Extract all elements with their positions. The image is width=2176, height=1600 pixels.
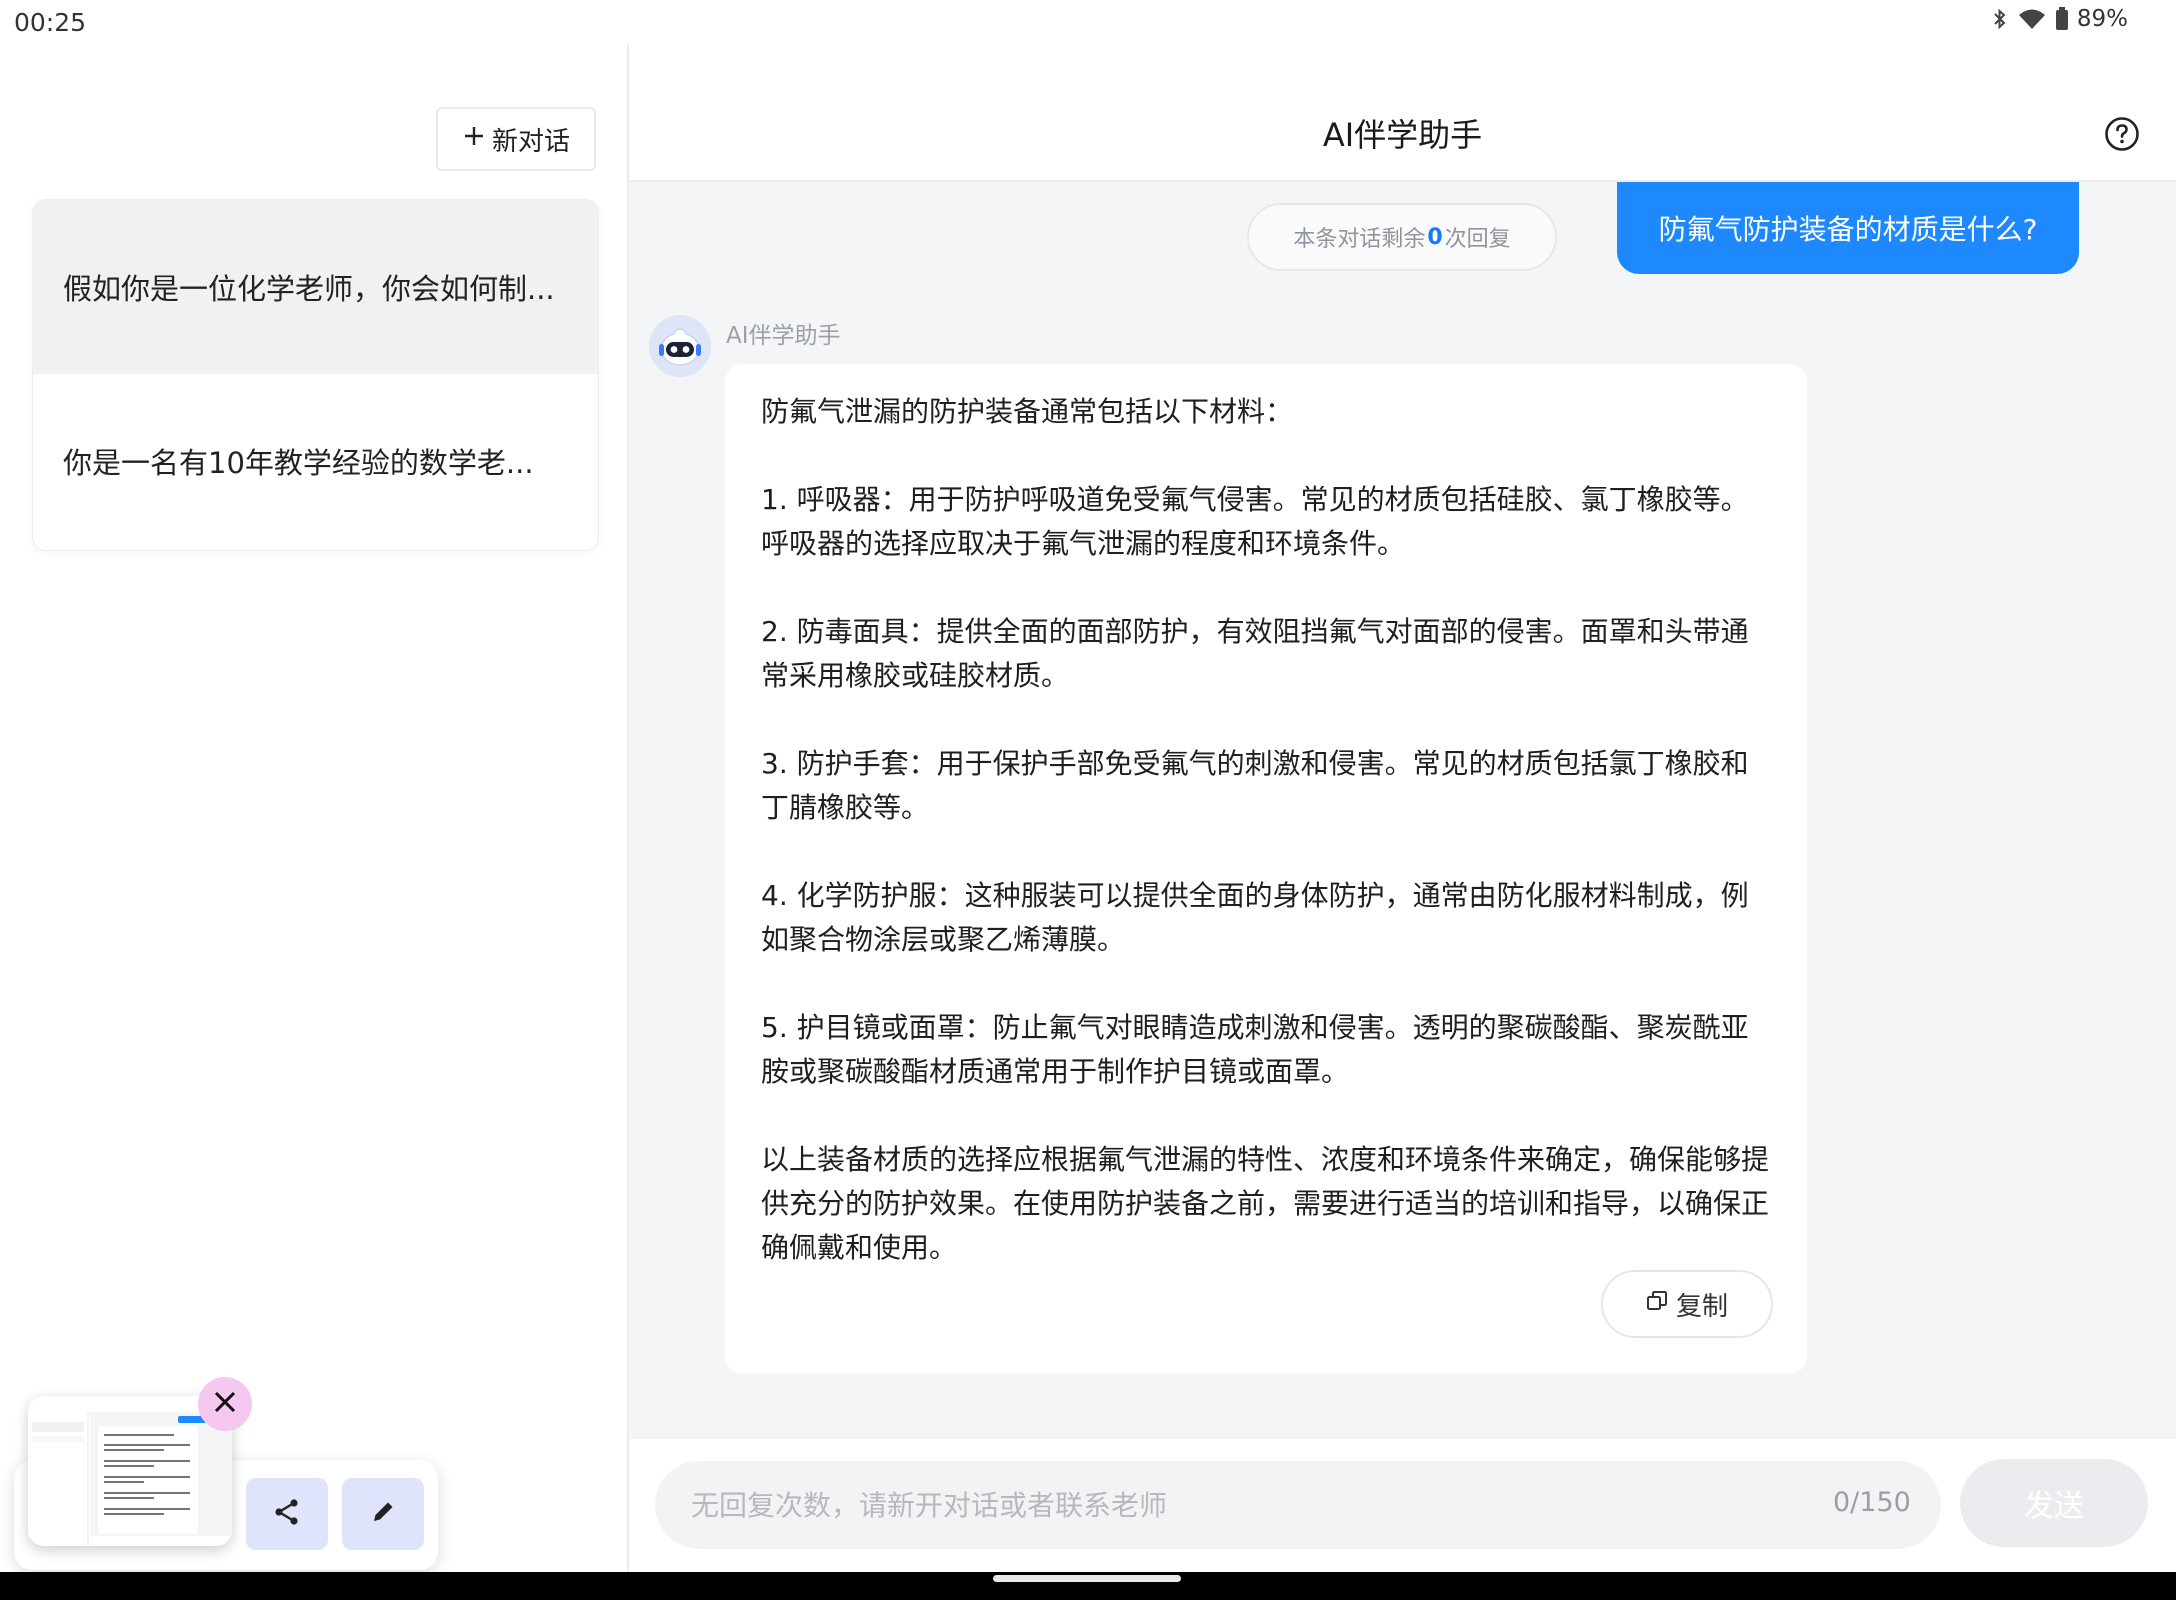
share-icon [272, 1497, 302, 1531]
chat-area: 本条对话剩余 0 次回复 防氟气防护装备的材质是什么? AI伴学助手 防氟气泄漏… [629, 182, 2176, 1439]
battery-percent: 89% [2076, 6, 2128, 32]
main-header: AI伴学助手 [629, 44, 2176, 182]
status-icons: 89% [1991, 6, 2128, 32]
answer-paragraph: 3. 防护手套：用于保护手部免受氟气的刺激和侵害。常见的材质包括氯丁橡胶和丁腈橡… [761, 747, 1749, 824]
share-button[interactable] [246, 1478, 328, 1550]
new-chat-button[interactable]: 新对话 [436, 107, 596, 171]
home-gesture-handle[interactable] [993, 1575, 1181, 1582]
copy-label: 复制 [1675, 1291, 1728, 1322]
char-counter: 0/150 [1833, 1487, 1911, 1518]
input-bar: 0/150 发送 [629, 1439, 2176, 1572]
edit-button[interactable] [342, 1478, 424, 1550]
copy-icon [1646, 1289, 1668, 1319]
answer-paragraph: 4. 化学防护服：这种服装可以提供全面的身体防护，通常由防化服材料制成，例如聚合… [761, 879, 1749, 956]
status-bar: 00:25 89% [0, 0, 2176, 44]
answer-paragraph: 防氟气泄漏的防护装备通常包括以下材料： [761, 395, 1294, 428]
conversation-item[interactable]: 假如你是一位化学老师，你会如何制... [33, 200, 598, 374]
plus-icon [462, 124, 486, 155]
remaining-prefix: 本条对话剩余 [1293, 227, 1426, 252]
new-chat-label: 新对话 [491, 126, 570, 157]
copy-button[interactable]: 复制 [1601, 1270, 1773, 1338]
pencil-icon [368, 1497, 398, 1531]
answer-paragraph: 以上装备材质的选择应根据氟气泄漏的特性、浓度和环境条件来确定，确保能够提供充分的… [761, 1143, 1770, 1264]
user-message-text: 防氟气防护装备的材质是什么? [1658, 213, 2038, 246]
remaining-replies-badge: 本条对话剩余 0 次回复 [1247, 203, 1557, 271]
message-input[interactable] [655, 1461, 1941, 1549]
conversation-title: 假如你是一位化学老师，你会如何制... [63, 272, 555, 306]
answer-paragraph: 2. 防毒面具：提供全面的面部防护，有效阻挡氟气对面部的侵害。面罩和头带通常采用… [761, 615, 1749, 692]
close-thumbnail-button[interactable] [198, 1377, 252, 1431]
assistant-answer-card: 防氟气泄漏的防护装备通常包括以下材料： 1. 呼吸器：用于防护呼吸道免受氟气侵害… [725, 364, 1807, 1374]
page-title: AI伴学助手 [1322, 116, 1483, 154]
sidebar: 新对话 假如你是一位化学老师，你会如何制... 你是一名有10年教学经验的数学老… [0, 44, 629, 1572]
remaining-count: 0 [1427, 224, 1443, 250]
close-icon [211, 1388, 239, 1420]
help-icon[interactable] [2104, 116, 2140, 152]
conversation-list: 假如你是一位化学老师，你会如何制... 你是一名有10年教学经验的数学老... [32, 199, 599, 551]
user-message-bubble: 防氟气防护装备的材质是什么? [1617, 182, 2079, 274]
bluetooth-icon [1991, 7, 2009, 31]
assistant-name: AI伴学助手 [726, 323, 841, 349]
status-time: 00:25 [14, 8, 87, 37]
send-button[interactable]: 发送 [1960, 1459, 2148, 1547]
conversation-title: 你是一名有10年教学经验的数学老... [63, 446, 534, 480]
main-panel: AI伴学助手 本条对话剩余 0 次回复 防氟气防护装备的材质是什么? AI伴学助… [629, 44, 2176, 1572]
wifi-icon [2017, 7, 2047, 31]
conversation-item[interactable]: 你是一名有10年教学经验的数学老... [33, 374, 598, 548]
remaining-suffix: 次回复 [1444, 227, 1511, 252]
answer-paragraph: 1. 呼吸器：用于防护呼吸道免受氟气侵害。常见的材质包括硅胶、氯丁橡胶等。呼吸器… [761, 483, 1749, 560]
answer-paragraph: 5. 护目镜或面罩：防止氟气对眼睛造成刺激和侵害。透明的聚碳酸酯、聚炭酰亚胺或聚… [761, 1011, 1749, 1088]
battery-icon [2055, 7, 2069, 31]
assistant-avatar [649, 315, 711, 377]
